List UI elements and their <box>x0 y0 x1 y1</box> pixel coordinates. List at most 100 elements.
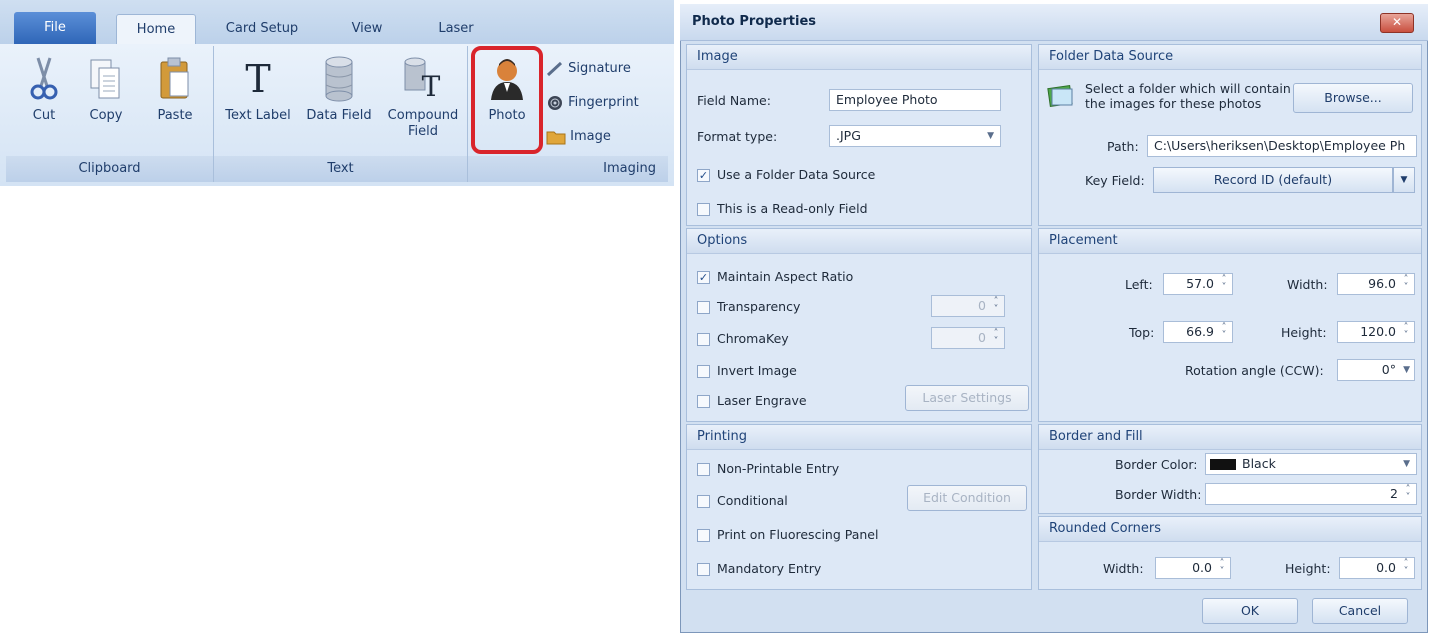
height-label: Height: <box>1281 325 1327 340</box>
transparency-value: 0 <box>978 298 986 313</box>
rotation-value: 0° <box>1381 362 1396 377</box>
rotation-label: Rotation angle (CCW): <box>1185 363 1324 378</box>
transparency-checkbox[interactable] <box>697 301 710 314</box>
data-field-label: Data Field <box>306 108 372 123</box>
field-name-label: Field Name: <box>697 93 771 108</box>
format-type-select[interactable]: .JPG ▼ <box>829 125 1001 147</box>
browse-button[interactable]: Browse... <box>1293 83 1413 113</box>
text-group: T Text Label Data Field T Compound Field… <box>214 46 468 182</box>
non-printable-checkbox[interactable] <box>697 463 710 476</box>
edit-condition-button[interactable]: Edit Condition <box>907 485 1027 511</box>
transparency-input[interactable]: 0 ˄ ˅ <box>931 295 1005 317</box>
cut-label: Cut <box>32 108 56 123</box>
signature-button[interactable]: Signature <box>546 58 631 80</box>
photo-highlight-box <box>471 46 543 154</box>
dialog-title-bar: Photo Properties ✕ <box>680 4 1428 41</box>
mandatory-checkbox[interactable] <box>697 563 710 576</box>
folder-data-source-panel: Folder Data Source Select a folder which… <box>1038 44 1422 226</box>
paste-label: Paste <box>157 108 193 123</box>
spinner-icon: ˄ ˅ <box>993 328 999 347</box>
svg-text:T: T <box>422 70 441 102</box>
border-color-select[interactable]: Black ▼ <box>1205 453 1417 475</box>
use-folder-label: Use a Folder Data Source <box>717 167 876 182</box>
key-field-dropdown-button[interactable]: ▼ <box>1393 167 1415 193</box>
fingerprint-label: Fingerprint <box>568 95 639 110</box>
text-t-icon: T <box>245 57 270 101</box>
cancel-button[interactable]: Cancel <box>1312 598 1408 624</box>
chromakey-value: 0 <box>978 330 986 345</box>
laser-settings-button[interactable]: Laser Settings <box>905 385 1029 411</box>
tab-view[interactable]: View <box>332 14 402 44</box>
placement-panel-header: Placement <box>1039 229 1421 254</box>
tab-laser[interactable]: Laser <box>416 14 496 44</box>
compound-field-icon: T <box>404 57 441 102</box>
top-input[interactable]: 66.9 ˄ ˅ <box>1163 321 1233 343</box>
border-width-label: Border Width: <box>1115 487 1202 502</box>
printing-panel-header: Printing <box>687 425 1031 450</box>
maintain-aspect-label: Maintain Aspect Ratio <box>717 269 854 284</box>
top-label: Top: <box>1129 325 1155 340</box>
chromakey-checkbox[interactable] <box>697 333 710 346</box>
use-folder-checkbox[interactable]: ✓ <box>697 169 710 182</box>
border-panel-header: Border and Fill <box>1039 425 1421 450</box>
fluorescing-label: Print on Fluorescing Panel <box>717 527 879 542</box>
ribbon-tab-strip: File Home Card Setup View Laser <box>0 0 674 45</box>
options-panel: Options ✓ Maintain Aspect Ratio Transpar… <box>686 228 1032 422</box>
invert-image-checkbox[interactable] <box>697 365 710 378</box>
cut-button[interactable]: Cut <box>20 56 68 124</box>
key-field-select[interactable]: Record ID (default) <box>1153 167 1393 193</box>
text-label-button[interactable]: T Text Label <box>220 56 296 124</box>
spinner-icon: ˄ ˅ <box>1403 558 1409 577</box>
read-only-checkbox[interactable] <box>697 203 710 216</box>
conditional-checkbox[interactable] <box>697 495 710 508</box>
copy-button[interactable]: Copy <box>80 56 132 124</box>
signature-label: Signature <box>568 61 631 76</box>
tab-home[interactable]: Home <box>116 14 196 44</box>
close-button[interactable]: ✕ <box>1380 13 1414 33</box>
path-input[interactable]: C:\Users\heriksen\Desktop\Employee Ph <box>1147 135 1417 157</box>
chevron-down-icon: ▼ <box>987 131 994 141</box>
paste-icon <box>160 57 189 99</box>
folder-panel-header: Folder Data Source <box>1039 45 1421 70</box>
height-value: 120.0 <box>1360 324 1396 339</box>
text-label-label: Text Label <box>225 108 291 123</box>
left-label: Left: <box>1125 277 1153 292</box>
rounded-width-input[interactable]: 0.0 ˄ ˅ <box>1155 557 1231 579</box>
svg-text:T: T <box>245 57 270 101</box>
options-panel-header: Options <box>687 229 1031 254</box>
fluorescing-checkbox[interactable] <box>697 529 710 542</box>
folder-photos-icon <box>1047 84 1073 108</box>
tab-card-setup[interactable]: Card Setup <box>212 14 312 44</box>
compound-label-2: Field <box>407 124 438 139</box>
tab-file[interactable]: File <box>14 12 96 44</box>
chevron-down-icon: ▼ <box>1400 175 1408 185</box>
placement-panel: Placement Left: 57.0 ˄ ˅ Width: 96.0 ˄ ˅ T… <box>1038 228 1422 422</box>
rounded-height-input[interactable]: 0.0 ˄ ˅ <box>1339 557 1415 579</box>
color-swatch <box>1210 459 1236 470</box>
format-type-label: Format type: <box>697 129 778 144</box>
height-input[interactable]: 120.0 ˄ ˅ <box>1337 321 1415 343</box>
field-name-input[interactable]: Employee Photo <box>829 89 1001 111</box>
fingerprint-button[interactable]: Fingerprint <box>546 92 639 114</box>
image-button[interactable]: Image <box>546 126 611 148</box>
rounded-corners-panel: Rounded Corners Width: 0.0 ˄ ˅ Height: 0.… <box>1038 516 1422 590</box>
rounded-height-label: Height: <box>1285 561 1331 576</box>
scissors-icon <box>30 57 58 100</box>
copy-icon <box>90 59 120 99</box>
maintain-aspect-checkbox[interactable]: ✓ <box>697 271 710 284</box>
chromakey-input[interactable]: 0 ˄ ˅ <box>931 327 1005 349</box>
printing-panel: Printing Non-Printable Entry Conditional… <box>686 424 1032 590</box>
width-input[interactable]: 96.0 ˄ ˅ <box>1337 273 1415 295</box>
data-field-button[interactable]: Data Field <box>300 56 378 124</box>
rotation-select[interactable]: 0° ▼ <box>1337 359 1415 381</box>
ok-button[interactable]: OK <box>1202 598 1298 624</box>
left-input[interactable]: 57.0 ˄ ˅ <box>1163 273 1233 295</box>
border-width-value: 2 <box>1390 486 1398 501</box>
paste-button[interactable]: Paste <box>148 56 202 124</box>
laser-engrave-checkbox[interactable] <box>697 395 710 408</box>
compound-label-1: Compound <box>387 108 459 123</box>
pen-icon <box>546 61 563 76</box>
compound-field-button[interactable]: T Compound Field <box>382 56 464 140</box>
left-value: 57.0 <box>1186 276 1214 291</box>
border-width-input[interactable]: 2 ˄ ˅ <box>1205 483 1417 505</box>
